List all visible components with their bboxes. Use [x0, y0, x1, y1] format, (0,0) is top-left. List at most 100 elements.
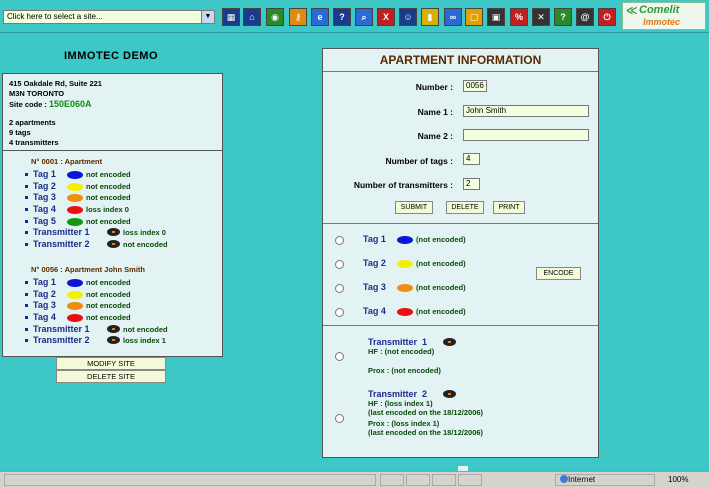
apartment-item-row: Tag 1 not encoded: [11, 277, 214, 289]
tag-radio[interactable]: [335, 284, 344, 293]
card-icon[interactable]: ▮: [421, 8, 439, 26]
tag-color-icon: [67, 206, 83, 215]
encoding-status: not encoded: [86, 181, 131, 191]
save-icon[interactable]: ▣: [487, 8, 505, 26]
site-code: Site code : 150E060A: [9, 99, 216, 110]
exit-icon[interactable]: ⏻: [598, 8, 616, 26]
name1-input[interactable]: John Smith: [463, 105, 589, 117]
submit-button[interactable]: SUBMIT: [395, 201, 433, 214]
number-of-transmitters-input[interactable]: 2: [463, 178, 480, 190]
modify-site-button[interactable]: MODIFY SITE: [56, 357, 166, 370]
tag-label[interactable]: Tag 1: [33, 169, 56, 180]
encoding-status: (not encoded): [416, 307, 466, 316]
chevron-down-icon[interactable]: ▼: [201, 11, 214, 23]
bullet-icon: [25, 292, 28, 296]
tag-label[interactable]: Tag 3: [33, 192, 56, 203]
browser-status-bar: Internet 100%: [0, 471, 709, 488]
tag-color-icon: [397, 284, 413, 292]
tools-icon[interactable]: ✕: [532, 8, 550, 26]
tag-label[interactable]: Tag 3: [33, 300, 56, 311]
name2-label: Name 2 :: [417, 131, 453, 141]
bullet-icon: [25, 315, 28, 319]
bullet-icon: [25, 173, 28, 176]
hf-status: HF : (not encoded): [368, 347, 435, 356]
encoding-status: not encoded: [86, 170, 131, 179]
transmitter-label[interactable]: Transmitter 2: [33, 239, 90, 250]
tag-label[interactable]: Tag 4: [33, 312, 56, 323]
home-icon[interactable]: ⌂: [243, 8, 261, 26]
help-icon[interactable]: ?: [333, 8, 351, 26]
tag-radio[interactable]: [335, 236, 344, 245]
hf-last-encoded: (last encoded on the 18/12/2006): [368, 408, 484, 417]
site-select-dropdown[interactable]: Click here to select a site... ▼: [3, 10, 215, 24]
number-of-tags-input[interactable]: 4: [463, 153, 480, 165]
search-icon[interactable]: ⌕: [355, 8, 373, 26]
logo-product: Immotec: [643, 17, 681, 27]
tag-color-icon: [67, 194, 83, 203]
link-icon[interactable]: ∞: [444, 8, 462, 26]
site-address-line2: M3N TORONTO: [9, 89, 65, 98]
site-title: IMMOTEC DEMO: [64, 50, 158, 62]
transmitter-radio[interactable]: [335, 352, 344, 361]
site-select-value: Click here to select a site...: [7, 12, 103, 21]
transmitter-label[interactable]: Transmitter 2: [33, 335, 90, 346]
number-of-transmitters-label: Number of transmitters :: [353, 180, 453, 190]
building-icon[interactable]: ▦: [222, 8, 240, 26]
delete-site-button[interactable]: DELETE SITE: [56, 370, 166, 383]
encoding-status: not encoded: [86, 301, 131, 311]
frame-icon[interactable]: ▢: [465, 8, 483, 26]
transmitter-radio[interactable]: [335, 414, 344, 423]
number-input[interactable]: 0056: [463, 80, 487, 92]
encoding-status: not encoded: [123, 324, 168, 334]
status-pane: [4, 474, 376, 486]
transmitter-icon: [107, 336, 120, 345]
tag-label: Tag 1: [363, 234, 386, 244]
print-button[interactable]: PRINT: [493, 201, 525, 214]
users-icon[interactable]: ☺: [399, 8, 417, 26]
ie-icon[interactable]: e: [311, 8, 329, 26]
tag-radio[interactable]: [335, 308, 344, 317]
transmitter-label[interactable]: Transmitter 1: [33, 227, 90, 238]
delete-button[interactable]: DELETE: [446, 201, 484, 214]
tag-label: Tag 3: [363, 282, 386, 292]
tag-label[interactable]: Tag 2: [33, 289, 56, 300]
site-code-value: 150E060A: [49, 99, 92, 109]
hf-status: HF : (loss index 1): [368, 399, 433, 408]
tag-label[interactable]: Tag 2: [33, 181, 56, 192]
transmitter-icon: [107, 240, 120, 249]
transmitter-icon: [443, 338, 456, 346]
apartment-header[interactable]: N° 0001 : Apartment: [31, 157, 214, 166]
section-divider: [323, 325, 598, 326]
at-icon[interactable]: @: [576, 8, 594, 26]
tag-label[interactable]: Tag 1: [33, 277, 56, 288]
encoding-status: (not encoded): [416, 259, 466, 268]
key-icon[interactable]: ⚷: [289, 8, 307, 26]
tag-radio[interactable]: [335, 260, 344, 269]
bullet-icon: [25, 280, 28, 284]
tag-label: Tag 4: [363, 306, 386, 316]
prox-last-encoded: (last encoded on the 18/12/2006): [368, 428, 484, 437]
bullet-icon: [25, 196, 28, 200]
encoding-status: not encoded: [86, 277, 131, 287]
database-icon[interactable]: ◉: [266, 8, 284, 26]
encoding-status: not encoded: [86, 193, 131, 203]
tag-label[interactable]: Tag 5: [33, 216, 56, 227]
tag-label[interactable]: Tag 4: [33, 204, 56, 215]
transmitter-icon: [107, 324, 120, 333]
tag-color-icon: [397, 236, 413, 244]
encode-button[interactable]: ENCODE: [536, 267, 581, 280]
encoding-status: not encoded: [86, 216, 131, 226]
apartment-item-row: Tag 4 not encoded: [11, 312, 214, 324]
percent-icon[interactable]: %: [510, 8, 528, 26]
transmitter-label[interactable]: Transmitter 1: [33, 324, 90, 335]
site-code-label: Site code :: [9, 100, 50, 109]
bullet-icon: [25, 219, 28, 223]
bullet-icon: [25, 339, 28, 343]
zoom-level[interactable]: 100%: [668, 475, 688, 484]
name2-input[interactable]: [463, 129, 589, 141]
excel-icon[interactable]: X: [377, 8, 395, 26]
help-book-icon[interactable]: ?: [554, 8, 572, 26]
apartment-header[interactable]: N° 0056 : Apartment John Smith: [31, 265, 214, 274]
apartment-list-panel: N° 0001 : Apartment Tag 1 not encoded Tag 2…: [2, 150, 223, 357]
apartment-item-row: Transmitter 1 loss index 0: [11, 227, 214, 239]
